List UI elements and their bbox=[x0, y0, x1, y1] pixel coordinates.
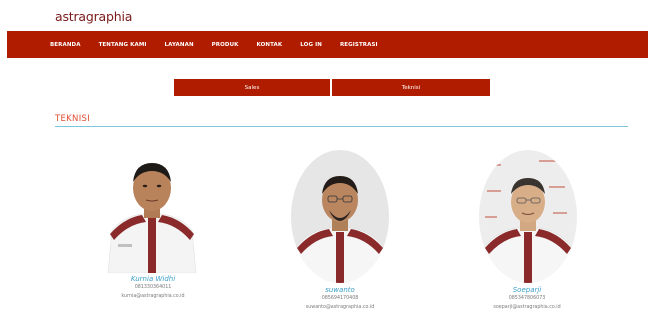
nav-item-kontak[interactable]: KONTAK bbox=[257, 42, 283, 48]
person-name: Soeparji bbox=[512, 286, 542, 294]
person-email: soeparji@astragraphia.co.id bbox=[493, 305, 561, 310]
main-navbar: BERANDA TENTANG KAMI LAYANAN PRODUK KONT… bbox=[7, 31, 648, 58]
nav-item-log-in[interactable]: LOG IN bbox=[300, 42, 322, 48]
person-phone: 085347806073 bbox=[508, 296, 546, 301]
person-photo-suwanto bbox=[291, 150, 389, 283]
nav-item-beranda[interactable]: BERANDA bbox=[50, 42, 81, 48]
nav-item-tentang-kami[interactable]: TENTANG KAMI bbox=[99, 42, 147, 48]
nav-item-registrasi[interactable]: REGISTRASI bbox=[340, 42, 378, 48]
person-name: Kurnia Widhi bbox=[130, 275, 176, 283]
section-divider bbox=[55, 126, 628, 127]
person-photo-kurnia bbox=[102, 158, 202, 273]
person-email: suwanto@astragraphia.co.id bbox=[305, 305, 375, 310]
person-email: kurnia@astragraphia.co.id bbox=[121, 294, 185, 299]
nav-item-layanan[interactable]: LAYANAN bbox=[165, 42, 194, 48]
person-phone: 081330364011 bbox=[134, 285, 172, 290]
person-photo-soeparji bbox=[479, 150, 577, 283]
tab-teknisi-button[interactable]: Teknisi bbox=[332, 79, 490, 96]
section-title: TEKNISI bbox=[55, 114, 91, 124]
person-name: suwanto bbox=[325, 286, 355, 294]
person-phone: 085694170408 bbox=[321, 296, 359, 301]
nav-item-produk[interactable]: PRODUK bbox=[212, 42, 239, 48]
brand-logo[interactable]: astragraphia bbox=[55, 9, 132, 24]
tab-sales-button[interactable]: Sales bbox=[174, 79, 330, 96]
